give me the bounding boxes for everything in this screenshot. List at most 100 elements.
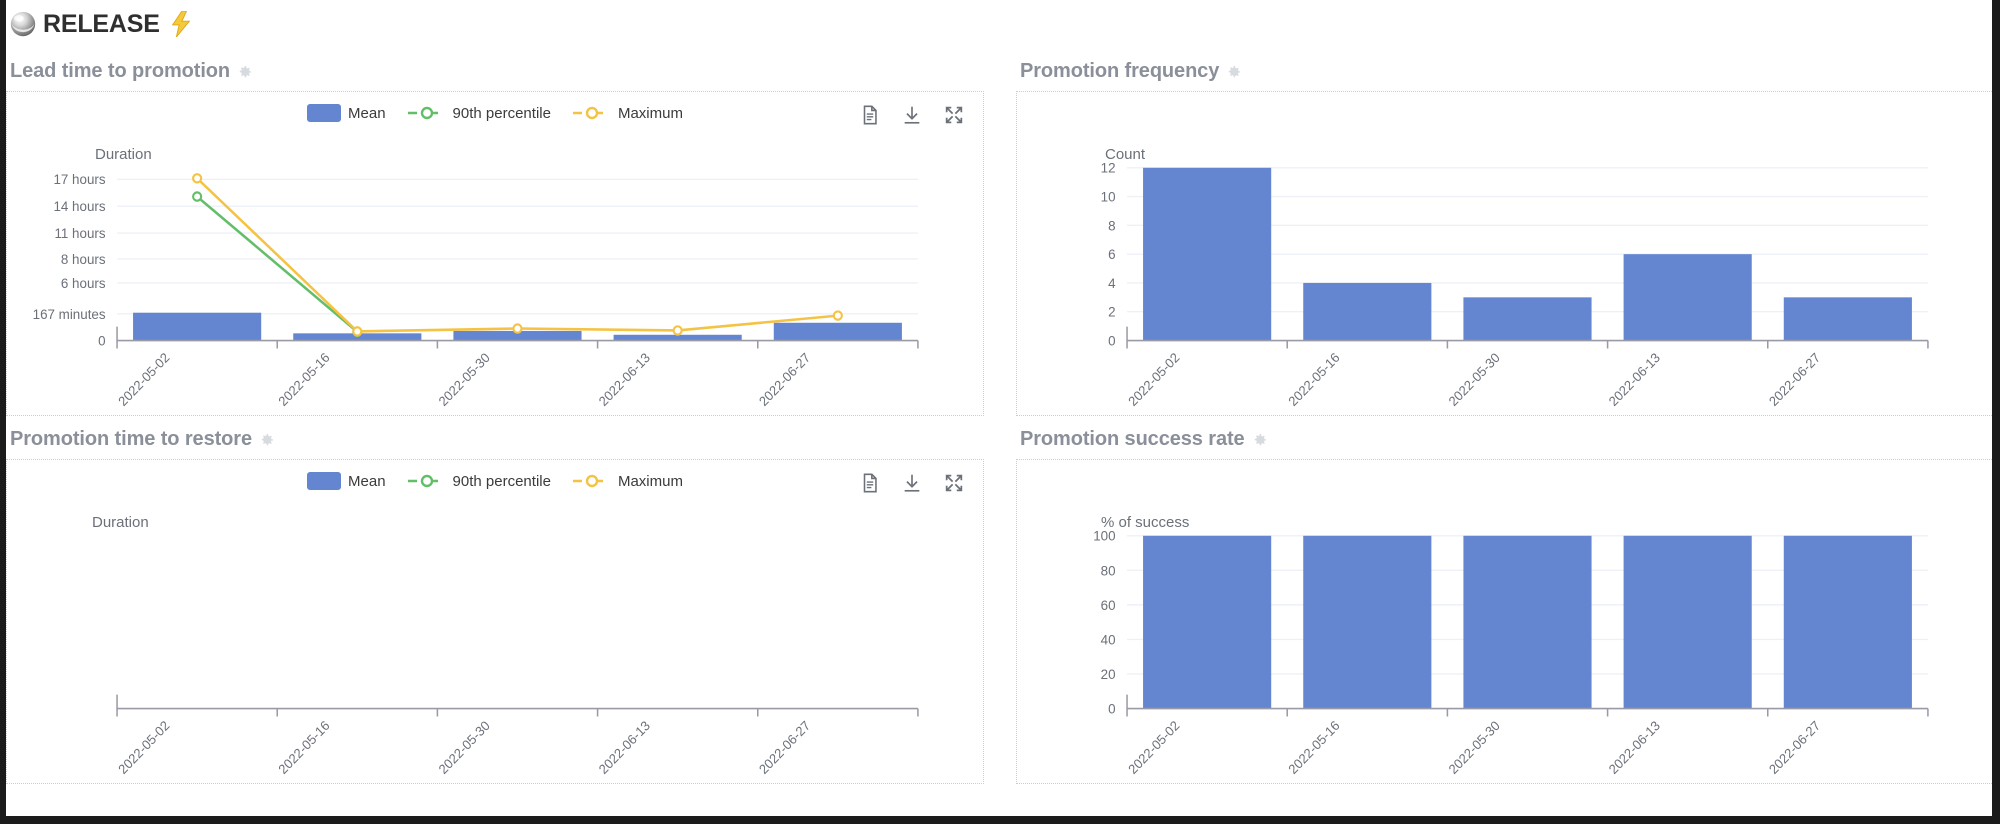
window-edge-right bbox=[1992, 0, 2000, 816]
x-axis-tick-label: 2022-06-13 bbox=[1606, 350, 1663, 409]
series-line bbox=[196, 195, 359, 333]
legend-item-p90[interactable]: 90th percentile bbox=[407, 472, 551, 490]
x-axis-tick-label: 2022-05-30 bbox=[436, 350, 493, 409]
series-line bbox=[196, 177, 838, 333]
legend-item-maximum[interactable]: Maximum bbox=[572, 473, 683, 490]
plot-time-to-restore: 2022-05-02 2022-05-16 2022-05-30 2022-06-13… bbox=[115, 694, 919, 777]
svg-text:12: 12 bbox=[1101, 161, 1116, 176]
panel-title-text: Promotion success rate bbox=[1020, 428, 1245, 450]
panel-title-time-to-restore: Promotion time to restore bbox=[10, 428, 984, 451]
series-point bbox=[352, 326, 363, 337]
window-edge-bottom bbox=[0, 816, 2000, 824]
bar bbox=[1143, 167, 1272, 341]
chart-panel-lead-time: Mean 90th percentile Maximum Duration 0 … bbox=[6, 91, 984, 416]
chart-toolbar bbox=[859, 104, 965, 126]
bar bbox=[133, 312, 262, 341]
x-axis-tick-label: 2022-05-02 bbox=[115, 350, 172, 409]
svg-text:11 hours: 11 hours bbox=[54, 226, 105, 241]
panel-title-lead-time: Lead time to promotion bbox=[10, 60, 984, 83]
legend-label-mean: Mean bbox=[348, 472, 386, 490]
gear-icon[interactable] bbox=[1252, 432, 1268, 448]
bar bbox=[1783, 535, 1912, 709]
x-axis-tick-label: 2022-06-27 bbox=[756, 350, 813, 409]
chart-area-lead-time: Duration 0 167 minutes 6 hours 8 hours 11 ho… bbox=[7, 136, 983, 415]
x-axis-tick-label: 2022-05-02 bbox=[115, 718, 172, 777]
svg-text:2: 2 bbox=[1108, 304, 1115, 319]
legend-label-maximum: Maximum bbox=[617, 104, 683, 122]
legend-line-icon-maximum bbox=[572, 474, 611, 488]
panel-promotion-success-rate: Promotion success rate % of success 0 20 4… bbox=[1016, 416, 1994, 784]
x-axis-tick-label: 2022-05-30 bbox=[436, 718, 493, 777]
legend-swatch-mean bbox=[307, 472, 342, 490]
download-icon[interactable] bbox=[901, 472, 923, 494]
x-axis-tick-label: 2022-05-16 bbox=[275, 350, 332, 409]
panel-title-text: Promotion frequency bbox=[1020, 60, 1220, 82]
dashboard-row-1: Lead time to promotion Mean 90th percent… bbox=[6, 48, 1994, 416]
legend-line-icon-p90 bbox=[407, 474, 446, 488]
legend-item-mean[interactable]: Mean bbox=[307, 104, 386, 122]
bar bbox=[1303, 282, 1432, 341]
svg-text:60: 60 bbox=[1101, 598, 1116, 613]
brand: RELEASE bbox=[10, 10, 193, 39]
gear-icon[interactable] bbox=[259, 432, 275, 448]
x-axis-tick-label: 2022-05-30 bbox=[1446, 350, 1503, 409]
lightning-bolt-icon bbox=[171, 11, 191, 37]
bar bbox=[1143, 535, 1272, 709]
svg-text:167 minutes: 167 minutes bbox=[33, 307, 106, 322]
bar bbox=[1303, 535, 1432, 709]
x-axis-tick-label: 2022-06-27 bbox=[756, 718, 813, 777]
panel-lead-time-to-promotion: Lead time to promotion Mean 90th percent… bbox=[6, 48, 984, 416]
x-axis-tick-label: 2022-06-27 bbox=[1766, 350, 1823, 409]
panel-title-success-rate: Promotion success rate bbox=[1020, 428, 1994, 451]
panel-title-text: Promotion time to restore bbox=[10, 428, 252, 450]
x-axis-tick-label: 2022-06-13 bbox=[596, 350, 653, 409]
x-axis-tick-label: 2022-06-13 bbox=[1606, 718, 1663, 777]
bar bbox=[1623, 254, 1752, 341]
chart-panel-success-rate: % of success 0 20 40 60 80 100 2022-05-02 2022-… bbox=[1016, 459, 1994, 784]
plot-success-rate: 0 20 40 60 80 100 2022-05-02 2022-05-16 2022-05-… bbox=[1093, 529, 1929, 777]
legend-item-mean[interactable]: Mean bbox=[307, 472, 386, 490]
svg-text:8 hours: 8 hours bbox=[61, 252, 106, 267]
legend-line-icon-p90 bbox=[407, 106, 446, 120]
svg-text:40: 40 bbox=[1101, 632, 1116, 647]
legend-label-p90: 90th percentile bbox=[452, 472, 551, 490]
bar bbox=[1463, 535, 1592, 709]
panel-title-promotion-frequency: Promotion frequency bbox=[1020, 60, 1994, 83]
panel-title-text: Lead time to promotion bbox=[10, 60, 231, 82]
series-point bbox=[512, 323, 523, 334]
svg-text:17 hours: 17 hours bbox=[53, 172, 105, 187]
gear-icon[interactable] bbox=[1226, 64, 1242, 80]
plot-promotion-frequency: 0 2 4 6 8 10 12 2022-05-02 2022-05-16 2022-05-30 2… bbox=[1101, 161, 1929, 409]
x-axis-tick-label: 2022-05-16 bbox=[1285, 718, 1342, 777]
svg-text:100: 100 bbox=[1093, 529, 1116, 544]
legend-label-mean: Mean bbox=[348, 104, 386, 122]
x-axis-tick-label: 2022-05-30 bbox=[1446, 718, 1503, 777]
svg-text:80: 80 bbox=[1101, 563, 1116, 578]
chart-area-time-to-restore: Duration 2022-05-02 2022-05-16 2022-05-30 2… bbox=[7, 504, 983, 783]
svg-text:8: 8 bbox=[1108, 218, 1115, 233]
x-axis-tick-label: 2022-05-16 bbox=[1285, 350, 1342, 409]
panel-promotion-time-to-restore: Promotion time to restore Mean 90th perc… bbox=[6, 416, 984, 784]
bar bbox=[773, 322, 902, 341]
x-axis-tick-label: 2022-06-13 bbox=[596, 718, 653, 777]
legend-item-maximum[interactable]: Maximum bbox=[572, 104, 683, 122]
fullscreen-icon[interactable] bbox=[943, 472, 965, 494]
fullscreen-icon[interactable] bbox=[943, 104, 965, 126]
download-icon[interactable] bbox=[901, 104, 923, 126]
bar bbox=[1783, 297, 1912, 341]
dashboard-row-2: Promotion time to restore Mean 90th perc… bbox=[6, 416, 1994, 784]
view-data-icon[interactable] bbox=[859, 104, 881, 126]
legend-item-p90[interactable]: 90th percentile bbox=[407, 104, 551, 122]
view-data-icon[interactable] bbox=[859, 472, 881, 494]
gear-icon[interactable] bbox=[237, 64, 253, 80]
legend-swatch-mean bbox=[307, 104, 342, 122]
window-edge-left bbox=[0, 0, 6, 816]
svg-text:20: 20 bbox=[1101, 667, 1116, 682]
legend-line-icon-maximum bbox=[572, 106, 611, 120]
legend-label-p90: 90th percentile bbox=[452, 104, 551, 122]
panel-promotion-frequency: Promotion frequency Count 0 2 4 6 8 10 12 2022-… bbox=[1016, 48, 1994, 416]
chart-toolbar bbox=[859, 472, 965, 494]
sphere-icon bbox=[10, 11, 36, 37]
svg-text:0: 0 bbox=[1108, 333, 1116, 348]
brand-name: RELEASE bbox=[43, 9, 160, 38]
